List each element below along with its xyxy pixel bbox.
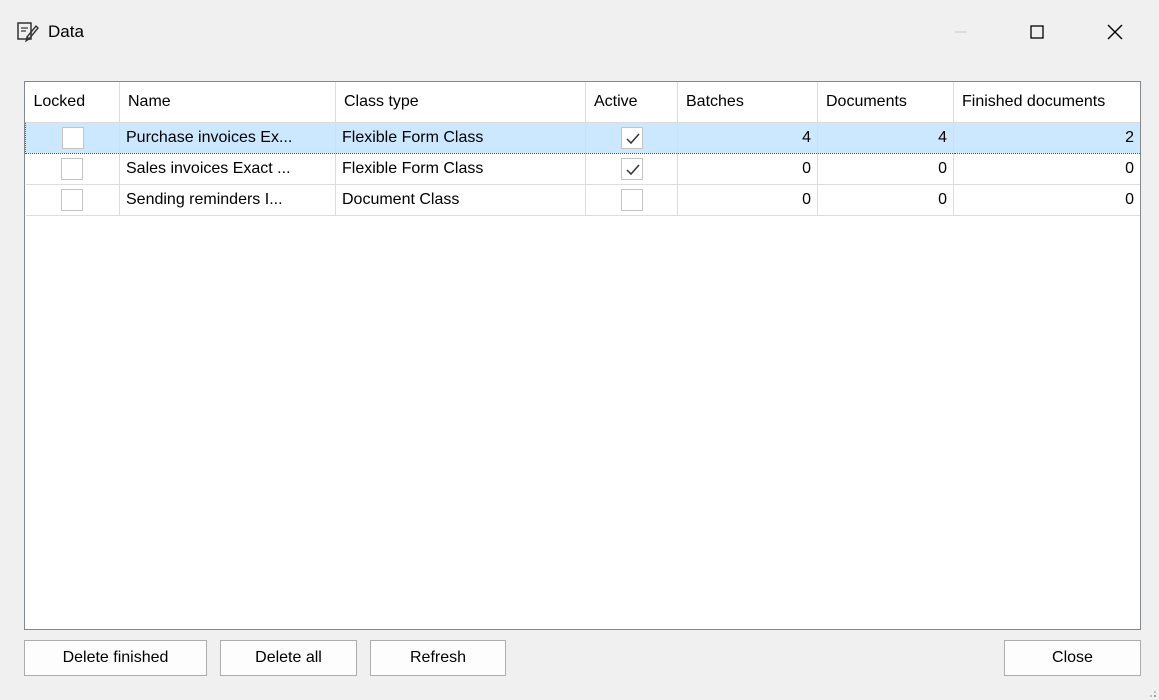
minimize-button[interactable] xyxy=(938,12,984,52)
table-row[interactable]: Sales invoices Exact ... Flexible Form Cl… xyxy=(25,153,1140,185)
documents-cell[interactable]: 4 xyxy=(817,121,954,154)
locked-checkbox[interactable] xyxy=(61,157,84,180)
documents-cell[interactable]: 0 xyxy=(817,153,954,185)
finished-documents-cell[interactable]: 0 xyxy=(953,184,1140,216)
window-title: Data xyxy=(48,22,84,41)
batches-cell[interactable]: 0 xyxy=(677,184,818,216)
checkmark-icon xyxy=(625,164,640,175)
table-row[interactable]: Purchase invoices Ex... Flexible Form Cla… xyxy=(25,121,1140,154)
column-header-class-type[interactable]: Class type xyxy=(335,82,586,123)
column-header-locked[interactable]: Locked xyxy=(25,82,120,123)
locked-cell[interactable] xyxy=(25,121,120,154)
title-bar[interactable]: Data xyxy=(0,0,1159,64)
locked-checkbox[interactable] xyxy=(61,188,84,211)
table-row[interactable]: Sending reminders I... Document Class 0 0 0 xyxy=(25,184,1140,216)
maximize-button[interactable] xyxy=(1014,12,1060,52)
column-header-finished-documents[interactable]: Finished documents xyxy=(953,82,1140,123)
locked-cell[interactable] xyxy=(25,153,120,185)
documents-cell[interactable]: 0 xyxy=(817,184,954,216)
delete-finished-button[interactable]: Delete finished xyxy=(24,640,207,676)
close-button[interactable]: Close xyxy=(1004,640,1141,676)
batches-cell[interactable]: 0 xyxy=(677,153,818,185)
active-checkbox[interactable] xyxy=(620,157,643,180)
data-document-icon xyxy=(16,20,40,44)
batches-cell[interactable]: 4 xyxy=(677,121,818,154)
active-cell[interactable] xyxy=(585,184,678,216)
data-window: Data Locked Name Class type Active Batch… xyxy=(0,0,1159,700)
delete-all-button[interactable]: Delete all xyxy=(220,640,357,676)
refresh-button[interactable]: Refresh xyxy=(370,640,506,676)
class-type-cell[interactable]: Flexible Form Class xyxy=(335,153,586,185)
locked-checkbox[interactable] xyxy=(61,126,84,149)
name-cell[interactable]: Sales invoices Exact ... xyxy=(119,153,336,185)
finished-documents-cell[interactable]: 0 xyxy=(953,153,1140,185)
close-window-button[interactable] xyxy=(1092,12,1138,52)
name-cell[interactable]: Sending reminders I... xyxy=(119,184,336,216)
minimize-icon xyxy=(955,31,967,33)
class-type-cell[interactable]: Flexible Form Class xyxy=(335,121,586,154)
active-checkbox[interactable] xyxy=(620,126,643,149)
column-header-name[interactable]: Name xyxy=(119,82,336,123)
checkmark-icon xyxy=(625,133,640,144)
active-checkbox[interactable] xyxy=(620,188,643,211)
data-table: Locked Name Class type Active Batches Do… xyxy=(25,82,1140,216)
close-icon xyxy=(1107,24,1123,40)
class-type-cell[interactable]: Document Class xyxy=(335,184,586,216)
column-header-documents[interactable]: Documents xyxy=(817,82,954,123)
column-header-batches[interactable]: Batches xyxy=(677,82,818,123)
active-cell[interactable] xyxy=(585,121,678,154)
column-header-active[interactable]: Active xyxy=(585,82,678,123)
active-cell[interactable] xyxy=(585,153,678,185)
header-row: Locked Name Class type Active Batches Do… xyxy=(25,82,1140,123)
data-grid[interactable]: Locked Name Class type Active Batches Do… xyxy=(24,81,1141,630)
name-cell[interactable]: Purchase invoices Ex... xyxy=(119,121,336,154)
locked-cell[interactable] xyxy=(25,184,120,216)
finished-documents-cell[interactable]: 2 xyxy=(953,121,1140,154)
maximize-icon xyxy=(1030,25,1044,39)
resize-grip-icon[interactable] xyxy=(1147,688,1157,698)
